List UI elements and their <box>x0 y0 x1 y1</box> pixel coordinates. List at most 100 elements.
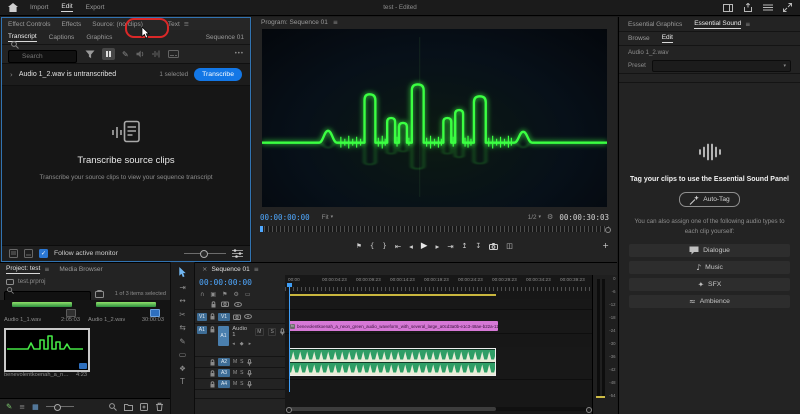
speaker-icon[interactable] <box>136 50 145 58</box>
pen-tool[interactable]: ✎ <box>179 337 185 346</box>
list-view-icon[interactable]: ≡ <box>19 403 25 411</box>
lock-icon[interactable] <box>210 313 215 320</box>
tab-effects[interactable]: Effects <box>62 21 82 28</box>
tab-export[interactable]: Export <box>86 4 105 11</box>
tab-essential-sound[interactable]: Essential Sound <box>694 20 742 29</box>
filter-icon[interactable] <box>85 50 95 59</box>
sfx-button[interactable]: ✦ SFX <box>629 278 790 292</box>
tab-text[interactable]: Text <box>168 21 180 28</box>
program-playhead[interactable] <box>260 226 263 232</box>
solo-button[interactable]: S <box>240 381 243 387</box>
extract-icon[interactable]: ↧ <box>475 242 481 250</box>
lock-icon[interactable] <box>210 358 215 366</box>
delete-icon[interactable] <box>155 402 164 411</box>
mic-icon[interactable] <box>246 369 252 377</box>
tab-import[interactable]: Import <box>30 4 48 11</box>
add-marker-icon[interactable]: ⚑ <box>356 242 362 250</box>
close-icon[interactable]: × <box>202 265 207 273</box>
dialogue-button[interactable]: Dialogue <box>629 244 790 258</box>
transcript-view-icon[interactable] <box>9 249 18 258</box>
follow-active-monitor-checkbox[interactable]: ✓ <box>39 249 48 258</box>
video-clip[interactable]: fx benevolentkoenah_a_neon_green_audio_w… <box>289 321 498 331</box>
source-patch-a1[interactable]: A1 <box>197 326 207 334</box>
source-patch-v1[interactable]: V1 <box>197 312 207 321</box>
track-badge-a3[interactable]: A3 <box>218 369 230 377</box>
lane-v2[interactable] <box>285 299 593 310</box>
program-scrubber[interactable] <box>260 226 611 233</box>
transcript-search-input[interactable] <box>8 50 77 63</box>
step-forward-icon[interactable]: ▸ <box>435 242 439 251</box>
tab-edit[interactable]: Edit <box>61 3 73 12</box>
go-to-in-icon[interactable]: ⇤ <box>395 242 401 251</box>
list-item[interactable]: Audio 1_2.wav 30:00:03 <box>86 300 166 323</box>
scrubber-end-handle[interactable] <box>605 227 611 233</box>
step-back-icon[interactable]: ◂ <box>409 242 413 251</box>
hand-tool[interactable]: ❖ <box>179 364 186 373</box>
mark-out-icon[interactable]: } <box>382 242 386 250</box>
zoom-handle-left[interactable] <box>286 406 292 413</box>
type-tool[interactable]: T <box>180 377 185 386</box>
lift-icon[interactable]: ↥ <box>462 242 468 250</box>
selected-item-thumbnail[interactable] <box>4 328 90 372</box>
solo-button[interactable]: S <box>267 328 277 336</box>
sync-lock-icon[interactable] <box>221 301 229 307</box>
waveform-icon[interactable] <box>152 50 161 58</box>
essential-sound-menu-icon[interactable]: ≡ <box>745 21 750 28</box>
mute-button[interactable]: M <box>233 359 237 365</box>
timeline-settings-icon[interactable]: ⚙ <box>233 291 238 298</box>
tab-captions[interactable]: Captions <box>49 34 75 41</box>
rectangle-tool[interactable]: ▭ <box>179 350 186 359</box>
search-bin-icon[interactable] <box>95 289 104 298</box>
next-keyframe-icon[interactable]: ▸ <box>249 341 252 347</box>
workspaces-menu-icon[interactable] <box>763 4 773 11</box>
quick-export-icon[interactable] <box>743 3 753 12</box>
comparison-view-icon[interactable]: ◫ <box>506 242 513 250</box>
pause-transcription-icon[interactable] <box>102 48 115 60</box>
eye-icon[interactable] <box>244 314 252 319</box>
mute-button[interactable]: M <box>254 328 264 336</box>
selection-tool[interactable] <box>178 267 187 278</box>
list-item[interactable]: Audio 1_1.wav 2:05:03 <box>2 300 82 323</box>
timeline-tab[interactable]: Sequence 01 <box>211 266 249 273</box>
settings-wrench-icon[interactable]: ⚙ <box>547 213 553 221</box>
program-timecode[interactable]: 00:00:00:00 <box>260 213 310 222</box>
tab-project[interactable]: Project: test <box>6 265 41 274</box>
slip-tool[interactable]: ⇆ <box>179 323 185 332</box>
go-to-out-icon[interactable]: ⇥ <box>447 242 453 251</box>
lock-icon[interactable] <box>210 369 215 377</box>
transcript-clip-row[interactable]: › Audio 1_2.wav is untranscribed 1 selec… <box>2 63 250 86</box>
preset-dropdown[interactable]: ▾ <box>651 59 791 72</box>
captions-icon[interactable] <box>167 50 179 58</box>
fullscreen-icon[interactable] <box>783 3 792 12</box>
thumbnail-size-slider[interactable] <box>45 403 74 411</box>
scrollbar-handle[interactable] <box>289 407 496 411</box>
export-frame-icon[interactable] <box>489 242 499 250</box>
track-badge-v1[interactable]: V1 <box>218 312 230 321</box>
audio-clip[interactable] <box>289 348 496 376</box>
home-icon[interactable] <box>8 3 18 12</box>
playback-resolution-dropdown[interactable]: 1/2 ▾ <box>528 214 541 221</box>
mic-icon[interactable] <box>246 380 252 388</box>
mark-in-icon[interactable]: { <box>370 242 374 250</box>
project-menu-icon[interactable]: ≡ <box>44 266 49 273</box>
writable-pencil-icon[interactable]: ✎ <box>6 402 12 411</box>
tab-essential-graphics[interactable]: Essential Graphics <box>628 21 682 28</box>
transcript-menu-icon[interactable]: ••• <box>235 51 244 57</box>
mic-icon[interactable] <box>246 358 252 366</box>
button-editor-icon[interactable]: + <box>602 241 609 250</box>
lock-icon[interactable] <box>210 380 215 388</box>
tab-media-browser[interactable]: Media Browser <box>59 266 102 273</box>
track-select-tool[interactable]: ⇥ <box>179 283 185 292</box>
list-item[interactable]: benevolentkoenah_a_ne... 4:23 <box>4 372 124 378</box>
lane-v1[interactable]: fx benevolentkoenah_a_neon_green_audio_w… <box>285 320 593 334</box>
sync-lock-icon[interactable] <box>233 314 241 320</box>
solo-button[interactable]: S <box>240 359 243 365</box>
solo-button[interactable]: S <box>240 370 243 376</box>
auto-tag-button[interactable]: Auto-Tag <box>679 192 740 207</box>
track-badge-a4[interactable]: A4 <box>218 380 230 388</box>
timeline-menu-icon[interactable]: ≡ <box>254 266 259 273</box>
settings-sliders-icon[interactable] <box>232 249 243 258</box>
new-item-icon[interactable] <box>140 402 148 411</box>
lock-icon[interactable] <box>210 326 215 333</box>
razor-tool[interactable]: ✂ <box>179 310 185 319</box>
